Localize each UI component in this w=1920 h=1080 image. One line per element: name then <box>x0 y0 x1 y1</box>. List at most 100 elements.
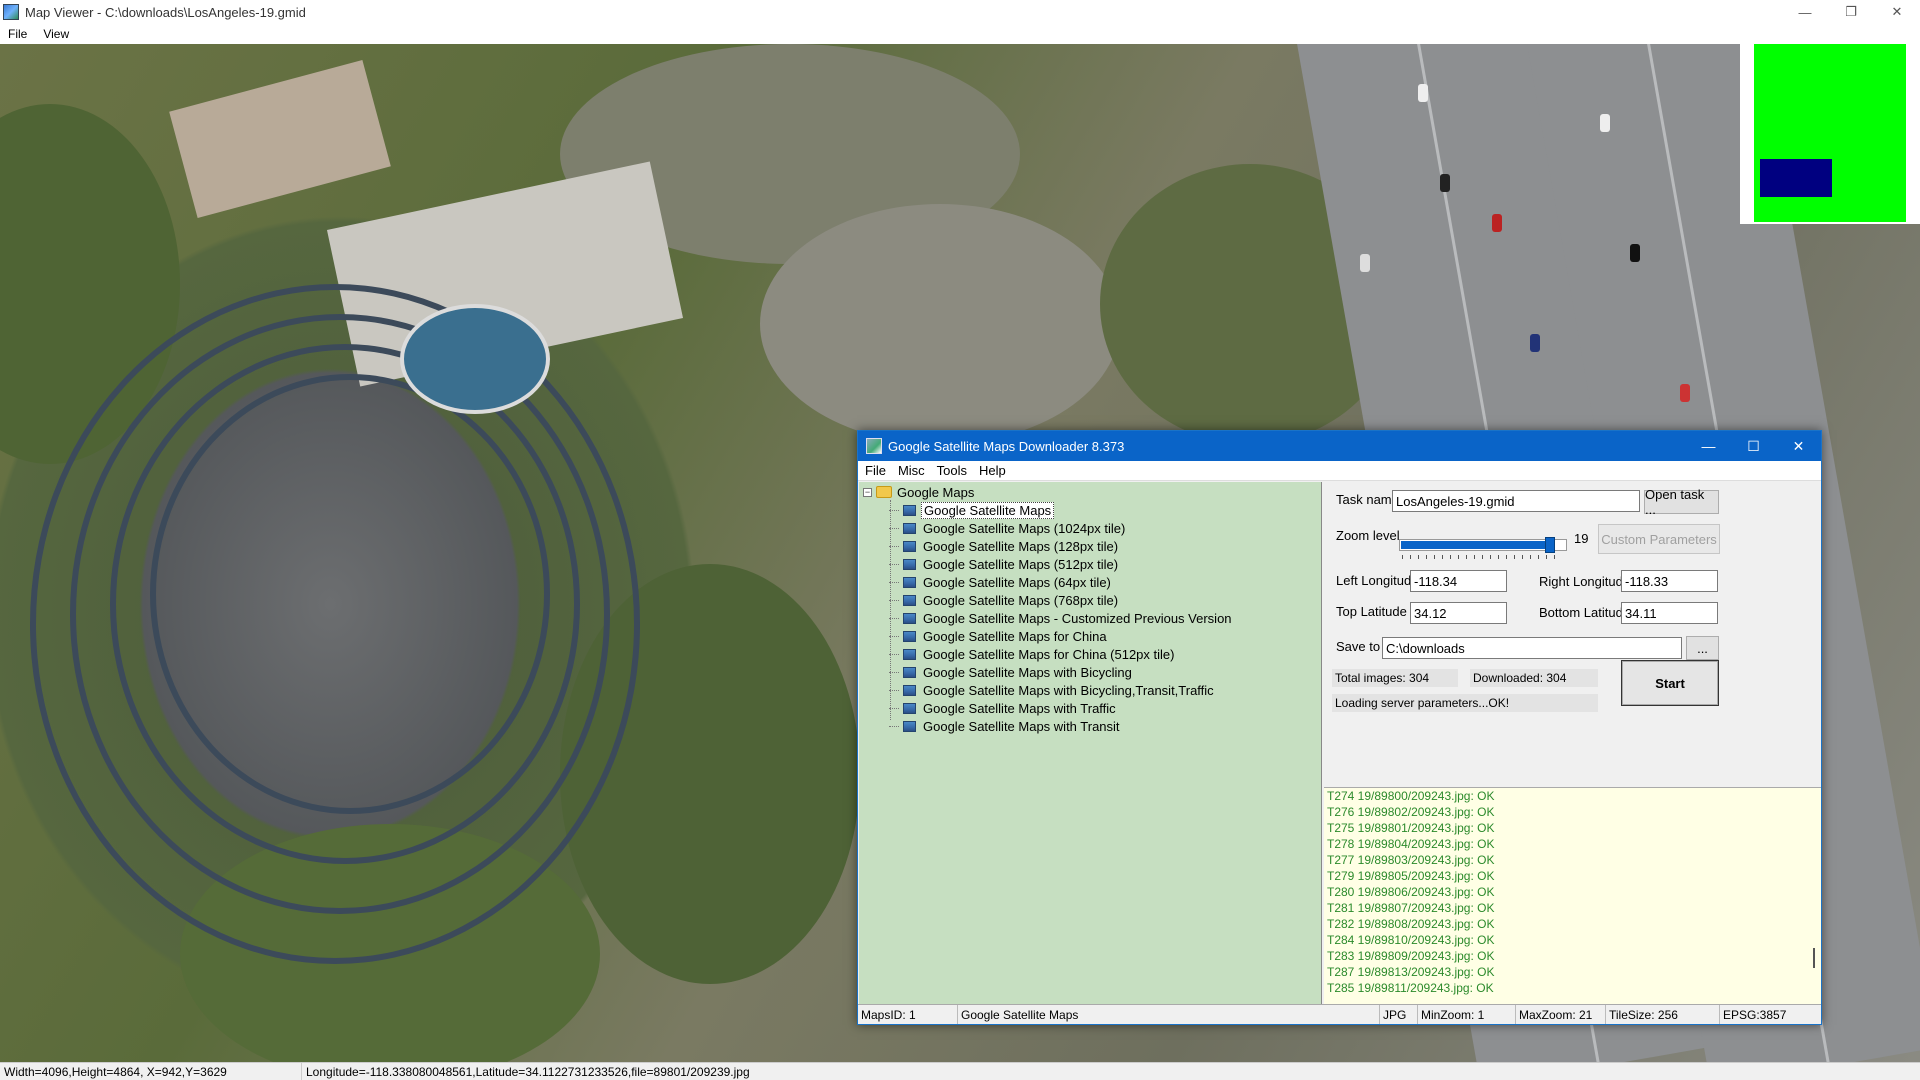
tree-connector <box>889 563 899 565</box>
slider-thumb[interactable] <box>1545 537 1555 553</box>
log-line: T280 19/89806/209243.jpg: OK <box>1327 885 1495 899</box>
tree-item[interactable]: Google Satellite Maps (64px tile) <box>889 573 1234 591</box>
tree-item[interactable]: Google Satellite Maps <box>889 501 1234 519</box>
right-longitude-input[interactable]: -118.33 <box>1621 570 1718 592</box>
tree-connector <box>889 617 899 619</box>
tree-connector <box>889 671 899 673</box>
tree-connector <box>889 689 899 691</box>
viewer-menu-file[interactable]: File <box>0 27 35 41</box>
tree-item-label: Google Satellite Maps (768px tile) <box>923 592 1119 608</box>
menu-misc[interactable]: Misc <box>891 463 930 478</box>
tree-item-label: Google Satellite Maps for China (512px t… <box>923 646 1175 662</box>
menu-file[interactable]: File <box>858 463 891 478</box>
tree-item-label: Google Satellite Maps - Customized Previ… <box>923 610 1232 626</box>
download-log[interactable]: T274 19/89800/209243.jpg: OK T276 19/8980… <box>1324 787 1821 1004</box>
tree-item[interactable]: Google Satellite Maps for China <box>889 627 1234 645</box>
zoom-level-label: Zoom level <box>1336 528 1400 543</box>
tree-item-label: Google Satellite Maps (64px tile) <box>923 574 1111 590</box>
restore-icon[interactable]: ❐ <box>1828 0 1874 24</box>
log-line: T276 19/89802/209243.jpg: OK <box>1327 805 1495 819</box>
tree-item-label: Google Satellite Maps (128px tile) <box>923 538 1119 554</box>
downloader-window: Google Satellite Maps Downloader 8.373 —… <box>857 430 1822 1025</box>
maximize-icon[interactable]: ☐ <box>1731 431 1776 461</box>
task-form: Task name LosAngeles-19.gmid Open task .… <box>1324 482 1821 782</box>
tree-connector <box>889 635 899 637</box>
tree-item[interactable]: Google Satellite Maps with Bicycling <box>889 663 1234 681</box>
tree-root-google-maps[interactable]: − Google Maps <box>863 484 974 500</box>
tree-item[interactable]: Google Satellite Maps with Transit <box>889 717 1234 735</box>
open-task-button[interactable]: Open task ... <box>1644 487 1719 517</box>
minimize-icon[interactable]: — <box>1782 0 1828 24</box>
tree-item[interactable]: Google Satellite Maps (768px tile) <box>889 591 1234 609</box>
map-viewer-app-icon <box>3 4 19 20</box>
viewer-statusbar: Width=4096,Height=4864, X=942,Y=3629 Lon… <box>0 1062 1920 1080</box>
log-line: T282 19/89808/209243.jpg: OK <box>1327 917 1495 931</box>
log-line: T279 19/89805/209243.jpg: OK <box>1327 869 1495 883</box>
bottom-latitude-input[interactable]: 34.11 <box>1621 602 1718 624</box>
log-line: T283 19/89809/209243.jpg: OK <box>1327 949 1495 963</box>
log-line: T281 19/89807/209243.jpg: OK <box>1327 901 1495 915</box>
tree-item[interactable]: Google Satellite Maps with Bicycling,Tra… <box>889 681 1234 699</box>
map-layer-icon <box>903 612 916 624</box>
collapse-icon[interactable]: − <box>863 487 872 497</box>
tree-item[interactable]: Google Satellite Maps with Traffic <box>889 699 1234 717</box>
menu-tools[interactable]: Tools <box>930 463 972 478</box>
log-line: T287 19/89813/209243.jpg: OK <box>1327 965 1495 979</box>
map-layer-icon <box>903 522 916 534</box>
log-line: T285 19/89811/209243.jpg: OK <box>1327 981 1494 995</box>
viewer-menu-view[interactable]: View <box>35 27 77 41</box>
task-name-label: Task name <box>1336 492 1399 507</box>
log-line: T275 19/89801/209243.jpg: OK <box>1327 821 1495 835</box>
tree-connector <box>889 581 899 583</box>
custom-parameters-button[interactable]: Custom Parameters <box>1598 524 1720 554</box>
right-longitude-label: Right Longitude <box>1539 574 1631 589</box>
downloader-title: Google Satellite Maps Downloader 8.373 <box>888 438 1125 454</box>
tree-item[interactable]: Google Satellite Maps - Customized Previ… <box>889 609 1234 627</box>
map-layer-icon <box>903 594 916 606</box>
status-maps-id: MapsID: 1 <box>858 1005 958 1024</box>
start-button[interactable]: Start <box>1621 660 1719 706</box>
map-layer-icon <box>903 720 916 732</box>
close-icon[interactable]: ✕ <box>1874 0 1920 24</box>
zoom-level-slider[interactable] <box>1399 537 1569 563</box>
log-line: T278 19/89804/209243.jpg: OK <box>1327 837 1495 851</box>
map-layer-icon <box>903 630 916 642</box>
status-format: JPG <box>1380 1005 1418 1024</box>
task-name-input[interactable]: LosAngeles-19.gmid <box>1392 490 1640 512</box>
bottom-latitude-label: Bottom Latitude <box>1539 605 1631 620</box>
downloader-menubar: File Misc Tools Help <box>858 461 1821 481</box>
tree-connector <box>889 545 899 547</box>
tree-connector <box>889 527 899 529</box>
tree-item[interactable]: Google Satellite Maps (128px tile) <box>889 537 1234 555</box>
left-longitude-input[interactable]: -118.34 <box>1410 570 1507 592</box>
tree-item-label: Google Satellite Maps (512px tile) <box>923 556 1119 572</box>
viewer-titlebar: Map Viewer - C:\downloads\LosAngeles-19.… <box>0 0 1920 24</box>
map-layer-icon <box>903 702 916 714</box>
tree-item[interactable]: Google Satellite Maps (512px tile) <box>889 555 1234 573</box>
top-latitude-label: Top Latitude <box>1336 604 1407 619</box>
log-lines: T274 19/89800/209243.jpg: OK T276 19/8980… <box>1324 788 1821 996</box>
save-to-label: Save to <box>1336 639 1381 654</box>
tree-item-label: Google Satellite Maps with Bicycling,Tra… <box>923 682 1214 698</box>
top-latitude-input[interactable]: 34.12 <box>1410 602 1507 624</box>
status-dimensions: Width=4096,Height=4864, X=942,Y=3629 <box>0 1063 302 1080</box>
log-line: T277 19/89803/209243.jpg: OK <box>1327 853 1495 867</box>
overview-viewport-indicator[interactable] <box>1760 159 1832 197</box>
browse-folder-button[interactable]: ... <box>1686 636 1719 660</box>
log-scrollbar[interactable] <box>1813 948 1815 968</box>
tree-connector <box>889 599 899 601</box>
tree-item-label: Google Satellite Maps with Bicycling <box>923 664 1132 680</box>
downloader-window-controls: — ☐ ✕ <box>1686 431 1821 461</box>
menu-help[interactable]: Help <box>972 463 1011 478</box>
tree-item[interactable]: Google Satellite Maps for China (512px t… <box>889 645 1234 663</box>
tree-item[interactable]: Google Satellite Maps (1024px tile) <box>889 519 1234 537</box>
save-to-input[interactable]: C:\downloads <box>1382 637 1682 659</box>
close-icon[interactable]: ✕ <box>1776 431 1821 461</box>
tree-item-label: Google Satellite Maps (1024px tile) <box>923 520 1126 536</box>
map-layer-icon <box>903 540 916 552</box>
downloader-app-icon <box>866 438 882 454</box>
downloader-titlebar: Google Satellite Maps Downloader 8.373 —… <box>858 431 1821 461</box>
map-type-tree[interactable]: − Google Maps Google Satellite Maps Googl… <box>859 482 1322 1004</box>
minimize-icon[interactable]: — <box>1686 431 1731 461</box>
overview-minimap[interactable] <box>1740 44 1920 224</box>
